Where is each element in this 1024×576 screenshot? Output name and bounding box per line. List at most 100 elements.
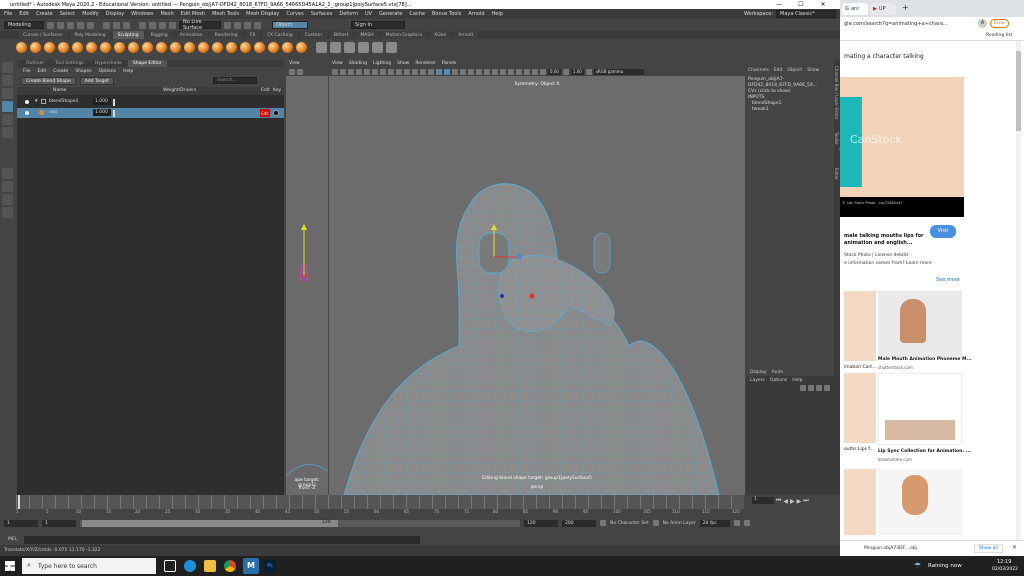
- redo-icon[interactable]: [87, 21, 94, 29]
- vp-menu-lighting[interactable]: Lighting: [373, 61, 391, 66]
- screen-space-ao-icon[interactable]: [484, 68, 490, 75]
- grab-tool-icon[interactable]: [58, 42, 69, 53]
- photoshop-icon[interactable]: Ps: [264, 560, 276, 572]
- shelf-tab-xgen[interactable]: XGen: [429, 31, 452, 39]
- go-to-start-icon[interactable]: ⏮: [776, 497, 781, 505]
- field-chart-icon[interactable]: [412, 68, 418, 75]
- visit-button[interactable]: Visit: [930, 225, 956, 238]
- falloff-icon[interactable]: [344, 42, 355, 53]
- wireframe-on-shaded-icon[interactable]: [452, 68, 458, 75]
- motion-blur-icon[interactable]: [492, 68, 498, 75]
- result-thumb-lip-sync[interactable]: [878, 373, 962, 445]
- see-more-link[interactable]: See more: [936, 277, 960, 283]
- paint-select-icon[interactable]: [2, 88, 13, 99]
- shape-row[interactable]: ▾ blendShape1 1.000: [17, 97, 284, 107]
- maya-taskbar-icon[interactable]: M: [243, 558, 259, 574]
- current-frame-field[interactable]: 1: [752, 497, 774, 504]
- menu-curves[interactable]: Curves: [286, 11, 303, 17]
- amplify-tool-icon[interactable]: [240, 42, 251, 53]
- shelf-tab-rendering[interactable]: Rendering: [209, 31, 243, 39]
- visibility-dot[interactable]: [25, 111, 29, 115]
- film-gate-icon[interactable]: [388, 68, 394, 75]
- shape-search-input[interactable]: Search...: [213, 77, 257, 84]
- shelf-tab-motion-graphics[interactable]: Motion Graphics: [380, 31, 428, 39]
- weight-field[interactable]: 1.000: [93, 98, 111, 105]
- grid-icon[interactable]: [297, 68, 303, 75]
- front-viewport[interactable]: View ape target: group1| front -Z: [286, 60, 328, 495]
- result-caption-right-1[interactable]: Male Mouth Animation Phoneme M...: [878, 357, 972, 362]
- ipr-icon[interactable]: [244, 21, 251, 29]
- move-layer-up-icon[interactable]: [800, 385, 806, 391]
- windows-start-icon[interactable]: [5, 561, 15, 571]
- snap-point-icon[interactable]: [159, 21, 166, 29]
- result-thumb-boy[interactable]: [878, 469, 962, 535]
- menu-edit[interactable]: Edit: [19, 11, 29, 17]
- lasso-tool-icon[interactable]: [2, 75, 13, 86]
- menu-surfaces[interactable]: Surfaces: [311, 11, 333, 17]
- menu-arnold[interactable]: Arnold: [468, 11, 484, 17]
- menu-display[interactable]: Display: [106, 11, 124, 17]
- wireframe-icon[interactable]: [436, 68, 442, 75]
- close-button[interactable]: ✕: [812, 1, 834, 8]
- se-menu-create[interactable]: Create: [53, 69, 68, 74]
- render-settings-icon[interactable]: [254, 21, 261, 29]
- autokey-icon[interactable]: [733, 520, 740, 526]
- result-note[interactable]: e information comes from? Learn more: [844, 261, 932, 266]
- bulge-tool-icon[interactable]: [226, 42, 237, 53]
- play-icon[interactable]: ▶: [790, 498, 795, 505]
- xray-joints-icon[interactable]: [532, 68, 538, 75]
- browser-scrollbar[interactable]: [1016, 41, 1021, 540]
- key-button[interactable]: [273, 110, 279, 116]
- gamma-icon[interactable]: [562, 68, 569, 75]
- file-explorer-icon[interactable]: [204, 560, 216, 572]
- menu-cache[interactable]: Cache: [409, 11, 425, 17]
- perspective-viewport[interactable]: View Shading Lighting Show Renderer Pane…: [329, 60, 745, 495]
- wax-tool-icon[interactable]: [156, 42, 167, 53]
- image-plane-icon[interactable]: [356, 68, 362, 75]
- vp-menu-panels[interactable]: Panels: [442, 61, 456, 66]
- shelf-tab-rigging[interactable]: Rigging: [145, 31, 173, 39]
- fps-dropdown[interactable]: 24 fps: [699, 519, 730, 527]
- two-view-icon[interactable]: [2, 194, 13, 205]
- shelf-tab-bifrost[interactable]: Bifrost: [328, 31, 354, 39]
- maximize-button[interactable]: ☐: [790, 1, 812, 8]
- layers-icon[interactable]: [372, 42, 383, 53]
- menu-deform[interactable]: Deform: [339, 11, 358, 17]
- view-transform-dropdown[interactable]: sRGB gamma: [593, 68, 644, 75]
- side-tab-channel-box[interactable]: Channel Box / Layer Editor: [834, 66, 839, 126]
- menu-mesh-tools[interactable]: Mesh Tools: [212, 11, 239, 17]
- sculpt-settings-icon[interactable]: [316, 42, 327, 53]
- menu-file[interactable]: File: [4, 11, 12, 17]
- preview-image[interactable]: CanStock © Can Stock Photo - csp72880447: [840, 77, 964, 217]
- foamy-tool-icon[interactable]: [100, 42, 111, 53]
- camera-attr-icon[interactable]: [340, 68, 346, 75]
- time-ticks[interactable]: [16, 495, 744, 509]
- input-tweak[interactable]: tweak1: [748, 107, 834, 113]
- help-menu[interactable]: Help: [792, 378, 802, 383]
- result-source[interactable]: Stock Photo | License details: [844, 253, 909, 258]
- outliner-layout-icon[interactable]: [2, 207, 13, 218]
- menu-create[interactable]: Create: [36, 11, 53, 17]
- use-all-lights-icon[interactable]: [468, 68, 474, 75]
- textured-icon[interactable]: [460, 68, 466, 75]
- create-blend-shape-button[interactable]: Create Blend Shape: [21, 77, 76, 85]
- snap-surface-icon[interactable]: [169, 21, 176, 29]
- menu-uv[interactable]: UV: [365, 11, 372, 17]
- edge-icon[interactable]: [184, 560, 196, 572]
- minimize-button[interactable]: —: [768, 1, 790, 8]
- se-menu-file[interactable]: File: [23, 69, 31, 74]
- move-tool-icon[interactable]: [2, 101, 13, 112]
- shelf-tab-animation[interactable]: Animation: [174, 31, 208, 39]
- se-menu-options[interactable]: Options: [99, 69, 116, 74]
- playback-end-field[interactable]: 120: [524, 519, 558, 527]
- go-to-end-icon[interactable]: ⏭: [803, 497, 808, 505]
- playback-prefs-icon[interactable]: [743, 520, 750, 526]
- undo-icon[interactable]: [77, 21, 84, 29]
- cb-menu-edit[interactable]: Edit: [774, 68, 783, 73]
- vp-menu-view[interactable]: View: [332, 61, 343, 66]
- grid-toggle-icon[interactable]: [380, 68, 386, 75]
- object-mode-dropdown[interactable]: Object: [272, 21, 308, 29]
- knife-tool-icon[interactable]: [198, 42, 209, 53]
- range-slider[interactable]: 120: [80, 519, 520, 527]
- vp-menu-show[interactable]: Show: [397, 61, 409, 66]
